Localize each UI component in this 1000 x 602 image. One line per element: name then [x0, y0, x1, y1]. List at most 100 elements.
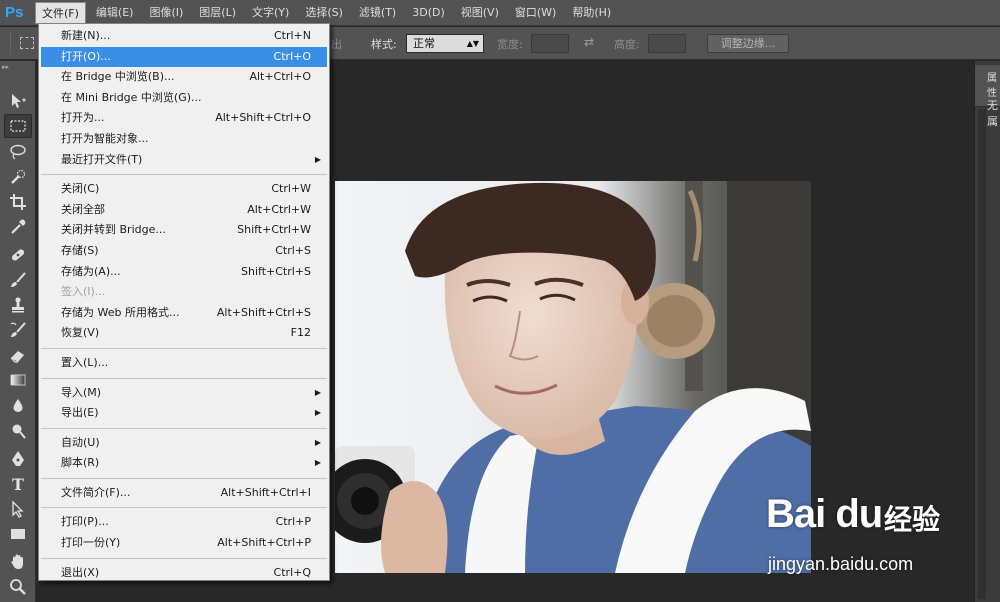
- rectangle-marquee-preset-icon[interactable]: [20, 37, 34, 49]
- menu-item-shortcut: Shift+Ctrl+W: [237, 223, 311, 237]
- menu-item-shortcut: F12: [290, 326, 311, 340]
- menu-separator: [41, 427, 327, 429]
- style-select[interactable]: 正常 ▲▼: [406, 34, 484, 53]
- crop-tool-icon[interactable]: [4, 190, 32, 214]
- menu-item[interactable]: 关闭并转到 Bridge... Shift+Ctrl+W: [41, 220, 327, 241]
- menu-view[interactable]: 视图(V): [455, 2, 505, 24]
- menu-item-shortcut: Alt+Ctrl+O: [249, 70, 311, 84]
- height-label: 高度:: [614, 38, 640, 51]
- menu-filter[interactable]: 滤镜(T): [353, 2, 402, 24]
- clone-stamp-tool-icon[interactable]: [4, 293, 32, 317]
- menu-item[interactable]: 自动(U) ▶: [41, 433, 327, 454]
- height-input[interactable]: [648, 34, 686, 53]
- eraser-tool-icon[interactable]: [4, 343, 32, 367]
- baidu-watermark: Bai du 经验 jingyan.baidu.com: [766, 492, 956, 582]
- menu-item[interactable]: 最近打开文件(T) ▶: [41, 150, 327, 171]
- quick-selection-tool-icon[interactable]: [4, 165, 32, 189]
- menu-item-label: 最近打开文件(T): [61, 152, 143, 166]
- menu-item[interactable]: 存储为(A)... Shift+Ctrl+S: [41, 262, 327, 283]
- menu-item[interactable]: 打开为... Alt+Shift+Ctrl+O: [41, 108, 327, 129]
- menu-window[interactable]: 窗口(W): [509, 2, 562, 24]
- menu-item-shortcut: Ctrl+O: [273, 49, 311, 63]
- menu-item: 签入(I)...: [41, 282, 327, 303]
- menu-item[interactable]: 新建(N)... Ctrl+N: [41, 26, 327, 47]
- menu-item[interactable]: 文件简介(F)... Alt+Shift+Ctrl+I: [41, 483, 327, 504]
- path-selection-tool-icon[interactable]: [4, 497, 32, 521]
- menu-help[interactable]: 帮助(H): [566, 2, 617, 24]
- dodge-tool-icon[interactable]: [4, 419, 32, 443]
- lasso-tool-icon[interactable]: [4, 140, 32, 164]
- menu-separator: [41, 557, 327, 559]
- menu-item-label: 自动(U): [61, 435, 100, 449]
- menu-item[interactable]: 存储(S) Ctrl+S: [41, 241, 327, 262]
- watermark-brand: Bai du: [766, 492, 883, 536]
- menu-item[interactable]: 打印一份(Y) Alt+Shift+Ctrl+P: [41, 533, 327, 554]
- move-tool-icon[interactable]: [4, 89, 32, 113]
- menu-item[interactable]: 打印(P)... Ctrl+P: [41, 512, 327, 533]
- type-tool-icon[interactable]: T: [4, 472, 32, 496]
- menu-item[interactable]: 在 Bridge 中浏览(B)... Alt+Ctrl+O: [41, 67, 327, 88]
- zoom-tool-icon[interactable]: [4, 575, 32, 599]
- menu-edit[interactable]: 编辑(E): [90, 2, 140, 24]
- width-label: 宽度:: [497, 38, 523, 51]
- menu-item[interactable]: 导出(E) ▶: [41, 403, 327, 424]
- menu-item-label: 导入(M): [61, 385, 102, 399]
- menu-item-label: 关闭全部: [61, 202, 105, 216]
- menu-layer[interactable]: 图层(L): [193, 2, 242, 24]
- menu-item[interactable]: 关闭(C) Ctrl+W: [41, 179, 327, 200]
- menu-item[interactable]: 在 Mini Bridge 中浏览(G)...: [41, 88, 327, 109]
- menu-item[interactable]: 恢复(V) F12: [41, 323, 327, 344]
- menu-type[interactable]: 文字(Y): [246, 2, 295, 24]
- blur-tool-icon[interactable]: [4, 394, 32, 418]
- menu-item-shortcut: Ctrl+W: [271, 182, 311, 196]
- rectangle-marquee-tool-icon[interactable]: [4, 114, 32, 138]
- history-brush-tool-icon[interactable]: [4, 318, 32, 342]
- healing-brush-tool-icon[interactable]: [4, 243, 32, 267]
- submenu-arrow-icon: ▶: [314, 437, 321, 447]
- menu-item[interactable]: 打开(O)... Ctrl+O: [41, 46, 327, 68]
- menu-item-shortcut: Ctrl+Q: [273, 565, 311, 579]
- menu-select[interactable]: 选择(S): [299, 2, 349, 24]
- menu-item-shortcut: Alt+Shift+Ctrl+O: [215, 111, 311, 125]
- menu-item[interactable]: 导入(M) ▶: [41, 383, 327, 404]
- panel-scrollbar[interactable]: [978, 109, 986, 599]
- menu-item-label: 关闭(C): [61, 182, 100, 196]
- menu-item[interactable]: 关闭全部 Alt+Ctrl+W: [41, 200, 327, 221]
- hand-tool-icon[interactable]: [4, 550, 32, 574]
- rectangle-tool-icon[interactable]: [4, 522, 32, 546]
- properties-panel: 属性 无属: [974, 61, 1000, 602]
- menu-separator: [41, 477, 327, 479]
- menu-item-label: 打印一份(Y): [61, 536, 121, 550]
- menu-item-label: 打印(P)...: [61, 515, 109, 529]
- refine-edge-button[interactable]: 调整边缘...: [707, 34, 789, 53]
- menu-file[interactable]: 文件(F): [35, 1, 86, 24]
- menu-item-label: 在 Mini Bridge 中浏览(G)...: [61, 90, 202, 104]
- panel-collapse-icon[interactable]: ▸▸: [2, 63, 9, 71]
- menu-item-shortcut: Shift+Ctrl+S: [241, 264, 311, 278]
- submenu-arrow-icon: ▶: [314, 154, 321, 164]
- menu-item[interactable]: 退出(X) Ctrl+Q: [41, 563, 327, 584]
- swap-icon[interactable]: ⇄: [584, 35, 594, 49]
- menu-item-label: 导出(E): [61, 406, 99, 420]
- properties-tab-label: 属性: [987, 73, 997, 99]
- menu-image[interactable]: 图像(I): [143, 2, 189, 24]
- eyedropper-tool-icon[interactable]: [4, 215, 32, 239]
- menu-3d[interactable]: 3D(D): [406, 2, 451, 24]
- menu-item-label: 存储为 Web 所用格式...: [61, 305, 180, 319]
- menu-item[interactable]: 存储为 Web 所用格式... Alt+Shift+Ctrl+S: [41, 303, 327, 324]
- pen-tool-icon[interactable]: [4, 447, 32, 471]
- width-input[interactable]: [531, 34, 569, 53]
- menu-item-shortcut: Ctrl+N: [273, 29, 311, 42]
- menu-item[interactable]: 脚本(R) ▶: [41, 453, 327, 474]
- menu-item-label: 存储为(A)...: [61, 264, 121, 278]
- menu-item[interactable]: 打开为智能对象...: [41, 129, 327, 150]
- brush-tool-icon[interactable]: [4, 268, 32, 292]
- menu-item-label: 在 Bridge 中浏览(B)...: [61, 70, 175, 84]
- watermark-url: jingyan.baidu.com: [768, 554, 914, 574]
- menu-item-label: 恢复(V): [61, 326, 100, 340]
- document-photo: [335, 181, 811, 573]
- photoshop-logo: Ps: [5, 4, 24, 21]
- gradient-tool-icon[interactable]: [4, 368, 32, 392]
- menu-item[interactable]: 置入(L)...: [41, 353, 327, 374]
- menu-item-label: 置入(L)...: [61, 355, 109, 369]
